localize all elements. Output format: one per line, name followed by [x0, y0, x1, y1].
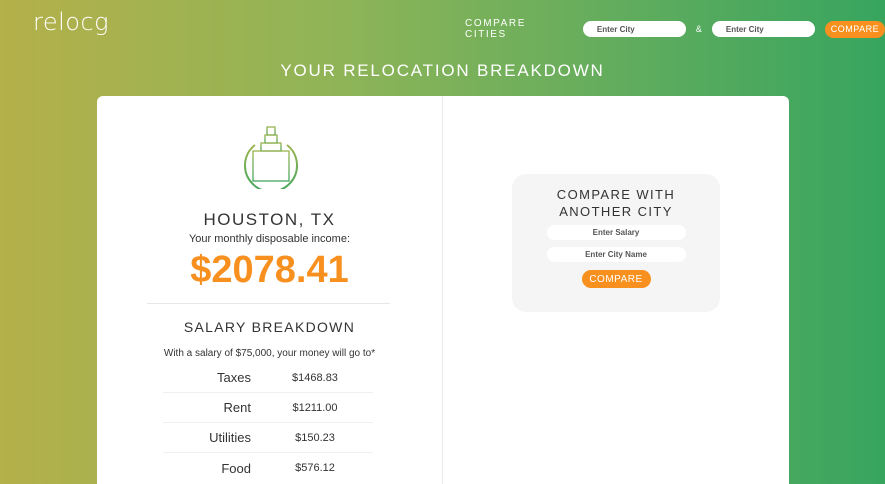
page-title: YOUR RELOCATION BREAKDOWN — [280, 61, 605, 80]
salary-note: With a salary of $75,000, your money wil… — [163, 348, 376, 359]
city-name: HOUSTON, TX — [203, 210, 336, 229]
row-label: Utilities — [209, 430, 251, 445]
compare-box-title-line1: COMPARE WITH — [556, 187, 676, 202]
city-1-input[interactable] — [582, 21, 686, 37]
city-name-input[interactable] — [546, 247, 686, 262]
income-value: $2078.41 — [190, 249, 349, 291]
city-hall-icon — [243, 119, 299, 194]
compare-box-title: COMPARE WITH ANOTHER CITY — [512, 186, 720, 220]
row-value: $1211.00 — [292, 401, 338, 414]
row-value: $1468.83 — [292, 371, 338, 384]
row-label: Taxes — [217, 370, 251, 385]
row-value: $576.12 — [295, 462, 335, 474]
row-label: Rent — [223, 400, 251, 415]
breakdown-row-taxes: Taxes $1468.83 — [163, 363, 373, 393]
section-divider — [147, 303, 390, 304]
breakdown-card: HOUSTON, TX Your monthly disposable inco… — [97, 96, 789, 484]
breakdown-row-utilities: Utilities $150.23 — [163, 423, 373, 453]
compare-cities-label: COMPARE CITIES — [465, 18, 527, 40]
logo[interactable]: relocg — [33, 8, 109, 36]
compare-city-button[interactable]: COMPARE — [581, 270, 651, 288]
row-label: Food — [221, 460, 251, 476]
row-value: $150.23 — [295, 431, 335, 444]
breakdown-row-rent: Rent $1211.00 — [163, 393, 373, 423]
breakdown-table: Taxes $1468.83 Rent $1211.00 Utilities $… — [163, 363, 373, 483]
compare-another-city-panel: COMPARE WITH ANOTHER CITY COMPARE — [512, 174, 720, 312]
compare-cities-button[interactable]: COMPARE — [824, 20, 885, 38]
breakdown-row-food: Food $576.12 — [163, 453, 373, 483]
income-label: Your monthly disposable income: — [188, 233, 351, 245]
salary-input[interactable] — [546, 225, 686, 240]
card-divider — [442, 96, 443, 484]
salary-breakdown-title: SALARY BREAKDOWN — [183, 319, 356, 335]
compare-cities-nav: COMPARE CITIES & COMPARE — [465, 18, 885, 40]
city-2-input[interactable] — [711, 21, 815, 37]
ampersand-label: & — [695, 24, 702, 34]
compare-box-title-line2: ANOTHER CITY — [559, 204, 673, 219]
